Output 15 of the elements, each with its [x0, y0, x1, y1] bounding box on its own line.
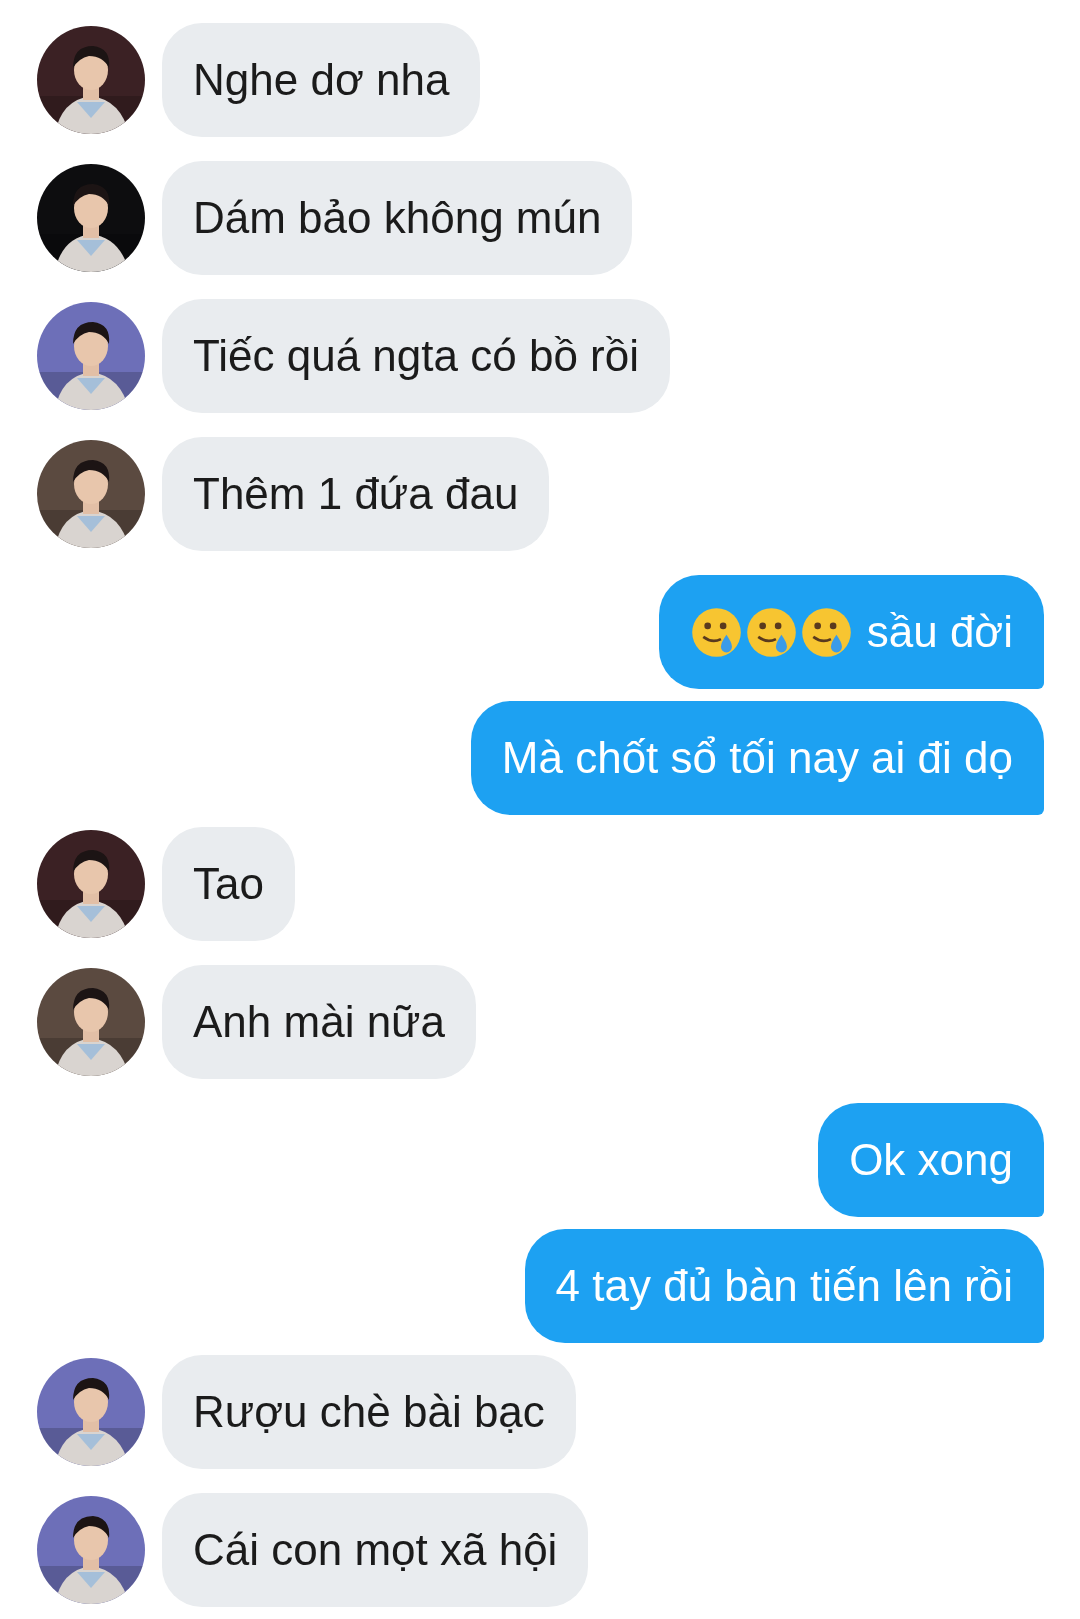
message-text: Tiếc quá ngta có bồ rồi	[193, 331, 639, 381]
message-text: Rượu chè bài bạc	[193, 1387, 545, 1437]
message-text: Cái con mọt xã hội	[193, 1525, 558, 1575]
message-text: Dám bảo không mún	[193, 193, 602, 243]
message-text: Thêm 1 đứa đau	[193, 469, 519, 519]
message-text: sầu đời	[866, 607, 1013, 657]
smiling-tear-face-icon	[689, 605, 743, 659]
message-text: Nghe dơ nha	[193, 55, 450, 105]
message-text: Ok xong	[849, 1135, 1013, 1185]
smiling-tear-face-icon	[744, 605, 798, 659]
message-text: Tao	[193, 859, 264, 909]
message-text: Mà chốt sổ tối nay ai đi dọ	[501, 733, 1013, 783]
smiling-tear-face-icon	[799, 605, 853, 659]
message-text: 4 tay đủ bàn tiến lên rồi	[555, 1261, 1013, 1311]
message-text: Anh mài nữa	[193, 997, 446, 1047]
